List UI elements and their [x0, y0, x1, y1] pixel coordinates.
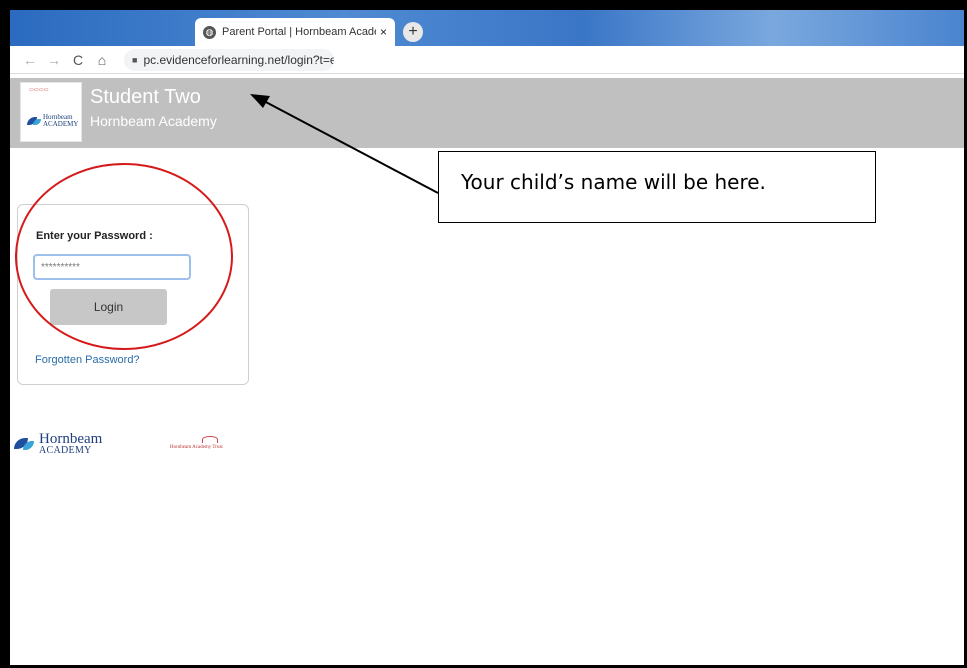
student-name: Student Two — [90, 86, 201, 108]
tab-title: Parent Portal | Hornbeam Acade — [222, 26, 376, 38]
tab-close-icon[interactable]: × — [380, 25, 387, 39]
callout-text: Your child’s name will be here. — [461, 170, 766, 194]
leaf-icon-secondary — [33, 119, 41, 125]
logo-brand: Hornbeam ACADEMY — [43, 114, 78, 128]
academy-trust-logo: Hornbeam Academy Trust — [170, 436, 254, 454]
portal-header: ▭▭▭▭ Hornbeam ACADEMY Student Two Hornbe… — [10, 78, 964, 148]
globe-icon: ◍ — [203, 25, 216, 39]
forgotten-password-link[interactable]: Forgotten Password? — [35, 354, 140, 366]
school-name: Hornbeam Academy — [90, 113, 217, 129]
browser-tabstrip: ◍ Parent Portal | Hornbeam Acade × + — [10, 10, 964, 46]
lock-icon: ■ — [132, 54, 138, 65]
frame-left — [0, 0, 10, 668]
frame-top — [0, 0, 967, 10]
new-tab-button[interactable]: + — [403, 22, 423, 42]
logo-sub: ACADEMY — [39, 445, 92, 456]
home-icon[interactable]: ⌂ — [90, 52, 114, 68]
trust-text: Hornbeam Academy Trust — [170, 445, 223, 450]
logo-brand-line2: ACADEMY — [43, 120, 79, 128]
browser-toolbar: ← → C ⌂ ■ pc.evidenceforlearning.net/log… — [10, 46, 964, 74]
back-icon[interactable]: ← — [18, 52, 42, 68]
trust-mini-logo: ▭▭▭▭ — [29, 87, 49, 93]
reload-icon[interactable]: C — [66, 52, 90, 68]
address-input[interactable]: ■ pc.evidenceforlearning.net/login?t=e — [124, 48, 334, 71]
url-text: pc.evidenceforlearning.net/login?t=e — [143, 52, 334, 67]
forward-icon[interactable]: → — [42, 52, 66, 68]
highlight-ellipse — [15, 163, 233, 350]
browser-tab[interactable]: ◍ Parent Portal | Hornbeam Acade × — [195, 18, 395, 46]
trust-mark-icon — [202, 436, 218, 443]
school-logo: ▭▭▭▭ Hornbeam ACADEMY — [20, 82, 82, 142]
callout-box: Your child’s name will be here. — [438, 151, 876, 223]
hornbeam-academy-logo: Hornbeam ACADEMY — [14, 431, 124, 456]
